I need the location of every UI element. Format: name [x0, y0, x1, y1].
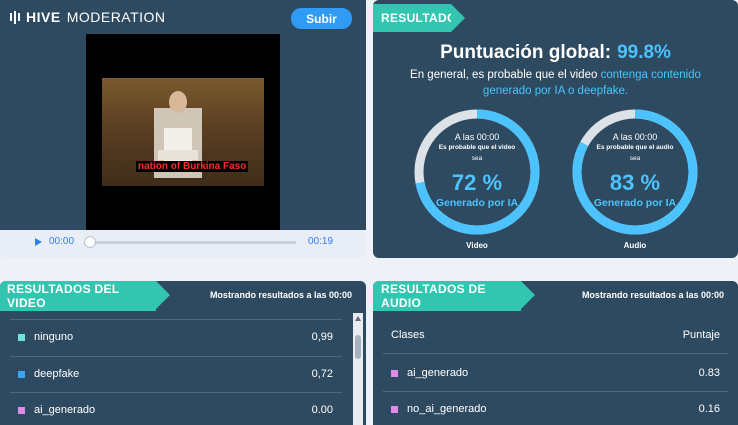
class-color-swatch [391, 406, 398, 413]
upload-button[interactable]: Subir [291, 8, 352, 29]
class-value: 0,99 [311, 331, 333, 343]
audio-results-tag: RESULTADOS DE AUDIO [373, 281, 535, 311]
play-icon[interactable] [35, 238, 42, 246]
gauge-percent: 83 % [609, 170, 661, 195]
class-color-swatch [391, 370, 398, 377]
result-tag: RESULTADO [373, 4, 465, 32]
video-gauge: A las 00:00 Es probable que el video sea… [412, 107, 542, 252]
gauge-label: Generado por IA [593, 197, 677, 209]
divider [10, 319, 342, 320]
divider [383, 353, 728, 354]
gauge-time: A las 00:00 [612, 132, 658, 142]
brand-name-light: MODERATION [66, 9, 166, 25]
hive-logo: HIVE MODERATION [10, 9, 166, 25]
audio-results-showing: Mostrando resultados a las 00:00 [581, 290, 724, 300]
table-row: deepfake 0,72 [18, 366, 333, 386]
audio-results-header: RESULTADOS DE AUDIO Mostrando resultados… [373, 281, 738, 311]
gauge-name: Video [466, 241, 488, 250]
table-row: ninguno 0,99 [18, 329, 333, 349]
class-color-swatch [18, 334, 25, 341]
gauge-sea: sea [629, 155, 641, 162]
video-player[interactable]: nation of Burkina Faso [0, 34, 366, 230]
gauge-name: Audio [623, 241, 647, 250]
gauge-time: A las 00:00 [454, 132, 500, 142]
gauge-sub: Es probable que el audio [596, 144, 674, 151]
current-time: 00:00 [49, 236, 75, 247]
gauge-sub: Es probable que el video [438, 144, 516, 151]
class-color-swatch [18, 407, 25, 414]
gauge-label: Generado por IA [435, 197, 519, 209]
overall-score: Puntuación global: 99.8% [373, 42, 738, 64]
video-results-tag: RESULTADOS DEL VIDEO [0, 281, 170, 311]
video-results-showing: Mostrando resultados a las 00:00 [209, 290, 352, 300]
score-label: Puntuación global: [440, 42, 612, 63]
hive-logo-icon [10, 10, 20, 24]
column-header-classes: Clases [391, 329, 425, 341]
class-value: 0.16 [698, 403, 720, 415]
result-panel: RESULTADO Puntuación global: 99.8% En gen… [373, 0, 738, 258]
score-value: 99.8% [617, 42, 671, 63]
scroll-thumb[interactable] [355, 335, 361, 359]
brand-name-bold: HIVE [26, 9, 61, 25]
table-row: ai_generado 0.83 [391, 365, 720, 385]
video-results-header: RESULTADOS DEL VIDEO Mostrando resultado… [0, 281, 366, 311]
video-caption: nation of Burkina Faso [136, 161, 249, 172]
scrollbar[interactable] [353, 313, 363, 425]
audio-gauge: A las 00:00 Es probable que el audio sea… [570, 107, 700, 252]
table-row: ai_generado 0.00 [18, 402, 333, 422]
result-summary: En general, es probable que el video con… [397, 67, 714, 99]
divider [10, 356, 342, 357]
video-header: HIVE MODERATION Subir [0, 0, 366, 34]
class-value: 0,72 [311, 368, 333, 380]
class-color-swatch [18, 371, 25, 378]
seek-bar[interactable] [88, 241, 296, 244]
audio-results-panel: RESULTADOS DE AUDIO Mostrando resultados… [373, 281, 738, 425]
divider [10, 392, 342, 393]
class-label: deepfake [34, 368, 80, 380]
class-label: ninguno [34, 331, 74, 343]
scroll-up-icon[interactable] [355, 316, 361, 321]
video-frame[interactable]: nation of Burkina Faso [86, 34, 280, 230]
player-controls: 00:00 00:19 [0, 230, 366, 256]
class-label: ai_generado [407, 367, 469, 379]
gauge-sea: sea [471, 155, 483, 162]
class-value: 0.83 [698, 367, 720, 379]
summary-text: En general, es probable que el video [410, 69, 601, 81]
class-label: ai_generado [34, 404, 96, 416]
column-header-score: Puntaje [682, 329, 720, 341]
video-thumbnail: nation of Burkina Faso [102, 78, 264, 186]
total-time: 00:19 [308, 236, 334, 247]
video-results-panel: RESULTADOS DEL VIDEO Mostrando resultado… [0, 281, 366, 425]
seek-handle[interactable] [84, 236, 96, 248]
class-value: 0.00 [311, 404, 333, 416]
table-row: no_ai_generado 0.16 [391, 401, 720, 421]
divider [383, 391, 728, 392]
video-panel: HIVE MODERATION Subir nation of Burkina … [0, 0, 366, 258]
gauge-percent: 72 % [451, 170, 503, 195]
class-label: no_ai_generado [407, 403, 487, 415]
